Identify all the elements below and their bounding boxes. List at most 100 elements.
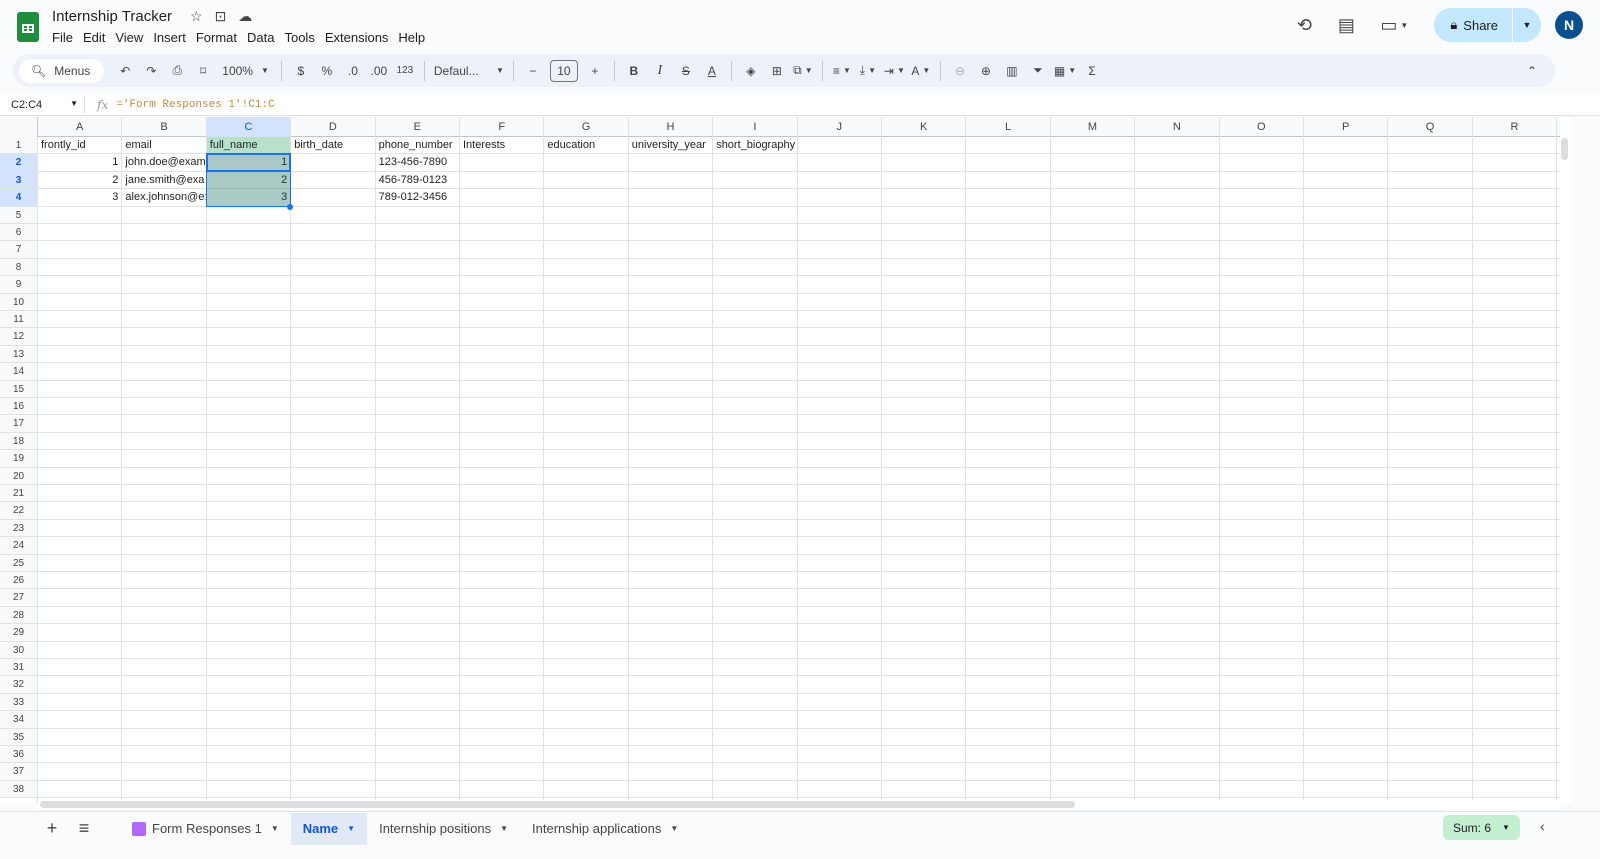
cloud-saved-icon[interactable]: ☁: [238, 8, 252, 25]
column-header-b[interactable]: B: [122, 117, 207, 137]
cell-a4[interactable]: 3: [38, 189, 123, 207]
menu-insert[interactable]: Insert: [153, 30, 192, 45]
insert-link-icon[interactable]: ⊖: [947, 59, 973, 83]
row-header-26[interactable]: 26: [0, 572, 38, 590]
row-header-13[interactable]: 13: [0, 345, 38, 364]
comments-icon[interactable]: ▤: [1330, 9, 1362, 41]
column-header-i[interactable]: I: [713, 117, 798, 137]
row-header-31[interactable]: 31: [0, 659, 38, 677]
vertical-align-icon[interactable]: ⤓ ▼: [855, 59, 881, 83]
text-rotation-icon[interactable]: A ▼: [908, 59, 934, 83]
cell-a2[interactable]: 1: [38, 154, 123, 172]
column-header-m[interactable]: M: [1051, 117, 1136, 137]
horizontal-scroll-thumb[interactable]: [40, 801, 1075, 808]
increase-decimal-button[interactable]: .00: [366, 59, 392, 83]
row-header-37[interactable]: 37: [0, 763, 38, 781]
row-header-34[interactable]: 34: [0, 711, 38, 729]
menu-view[interactable]: View: [115, 30, 149, 45]
filter-views-icon[interactable]: ▦ ▼: [1051, 59, 1079, 83]
insert-chart-icon[interactable]: ▥: [999, 59, 1025, 83]
collapse-toolbar-icon[interactable]: ⌃: [1519, 59, 1545, 83]
row-header-25[interactable]: 25: [0, 554, 38, 572]
undo-icon[interactable]: ↶: [112, 59, 138, 83]
sheet-tab-internship-applications[interactable]: Internship applications ▼: [520, 813, 690, 845]
column-header-g[interactable]: G: [544, 117, 629, 137]
cell-e4[interactable]: 789-012-3456: [375, 189, 460, 207]
share-dropdown-button[interactable]: ▼: [1513, 20, 1541, 30]
cell-h1[interactable]: university_year: [628, 137, 714, 155]
font-select[interactable]: Defaul... ▼: [431, 59, 507, 83]
version-history-icon[interactable]: ⟲: [1288, 9, 1320, 41]
row-header-29[interactable]: 29: [0, 624, 38, 642]
select-all-corner[interactable]: [0, 117, 38, 137]
row-header-9[interactable]: 9: [0, 276, 38, 294]
sheet-tab-internship-positions[interactable]: Internship positions ▼: [367, 813, 520, 845]
formula-input[interactable]: ='Form Responses 1'!C1:C: [116, 99, 274, 111]
row-header-28[interactable]: 28: [0, 606, 38, 625]
cell-c1[interactable]: full_name: [206, 137, 292, 155]
sheet-tab-name[interactable]: Name ▼: [290, 812, 368, 845]
column-header-l[interactable]: L: [966, 117, 1051, 137]
menu-edit[interactable]: Edit: [83, 30, 111, 45]
row-header-6[interactable]: 6: [0, 224, 38, 242]
cell-i1[interactable]: short_biography: [713, 137, 798, 155]
all-sheets-button[interactable]: ≡: [68, 818, 100, 839]
italic-button[interactable]: I: [647, 59, 673, 83]
row-header-16[interactable]: 16: [0, 398, 38, 416]
name-box[interactable]: C2:C4 ▼: [0, 99, 84, 111]
column-header-a[interactable]: A: [38, 117, 123, 137]
row-header-15[interactable]: 15: [0, 380, 38, 398]
column-header-q[interactable]: Q: [1388, 117, 1473, 137]
meet-video-icon[interactable]: ▭ ▼: [1372, 9, 1416, 41]
column-header-p[interactable]: P: [1304, 117, 1389, 137]
increase-font-size-button[interactable]: +: [582, 59, 608, 83]
column-header-d[interactable]: D: [291, 117, 376, 137]
text-wrapping-icon[interactable]: ⇥ ▼: [881, 59, 908, 83]
cell-b2[interactable]: john.doe@exam: [122, 154, 207, 172]
row-header-38[interactable]: 38: [0, 780, 38, 799]
sum-summary-button[interactable]: Sum: 6 ▼: [1443, 815, 1520, 840]
fill-color-icon[interactable]: ◈: [738, 59, 764, 83]
menu-help[interactable]: Help: [398, 30, 431, 45]
row-header-12[interactable]: 12: [0, 328, 38, 346]
more-formats-button[interactable]: 123: [392, 59, 418, 83]
cell-a3[interactable]: 2: [38, 171, 123, 190]
menu-extensions[interactable]: Extensions: [325, 30, 395, 45]
cell-b3[interactable]: jane.smith@exa: [122, 171, 207, 190]
cell-g1[interactable]: education: [544, 137, 629, 155]
cell-d1[interactable]: birth_date: [291, 137, 376, 155]
menu-format[interactable]: Format: [196, 30, 243, 45]
row-header-36[interactable]: 36: [0, 746, 38, 764]
column-header-h[interactable]: H: [629, 117, 714, 137]
row-header-11[interactable]: 11: [0, 311, 38, 329]
row-header-5[interactable]: 5: [0, 206, 38, 224]
column-header-n[interactable]: N: [1135, 117, 1220, 137]
vertical-scroll-thumb[interactable]: [1561, 138, 1568, 160]
collapse-side-panel-icon[interactable]: ‹: [1540, 818, 1545, 834]
currency-format-button[interactable]: $: [288, 59, 314, 83]
row-header-10[interactable]: 10: [0, 293, 38, 311]
cell-e1[interactable]: phone_number: [375, 137, 460, 155]
star-icon[interactable]: ☆: [190, 8, 203, 25]
row-header-3[interactable]: 3: [0, 171, 38, 190]
sheet-tab-form-responses-1[interactable]: Form Responses 1 ▼: [120, 813, 291, 845]
row-header-14[interactable]: 14: [0, 363, 38, 381]
row-header-24[interactable]: 24: [0, 537, 38, 555]
avatar[interactable]: N: [1555, 11, 1583, 39]
document-title[interactable]: Internship Tracker: [52, 8, 172, 25]
zoom-select[interactable]: 100% ▼: [216, 59, 275, 83]
row-header-19[interactable]: 19: [0, 450, 38, 468]
merge-cells-icon[interactable]: ⧉ ▼: [790, 59, 816, 83]
column-header-j[interactable]: J: [798, 117, 882, 137]
percent-format-button[interactable]: %: [314, 59, 340, 83]
column-header-c[interactable]: C: [206, 117, 292, 137]
row-header-1[interactable]: 1: [0, 137, 38, 155]
column-header-o[interactable]: O: [1220, 117, 1304, 137]
insert-comment-icon[interactable]: ⊕: [973, 59, 999, 83]
menu-file[interactable]: File: [52, 30, 79, 45]
column-header-f[interactable]: F: [460, 117, 545, 137]
vertical-scrollbar[interactable]: [1560, 117, 1572, 803]
horizontal-align-icon[interactable]: ≡ ▼: [829, 59, 855, 83]
borders-icon[interactable]: ⊞: [764, 59, 790, 83]
menu-tools[interactable]: Tools: [284, 30, 320, 45]
